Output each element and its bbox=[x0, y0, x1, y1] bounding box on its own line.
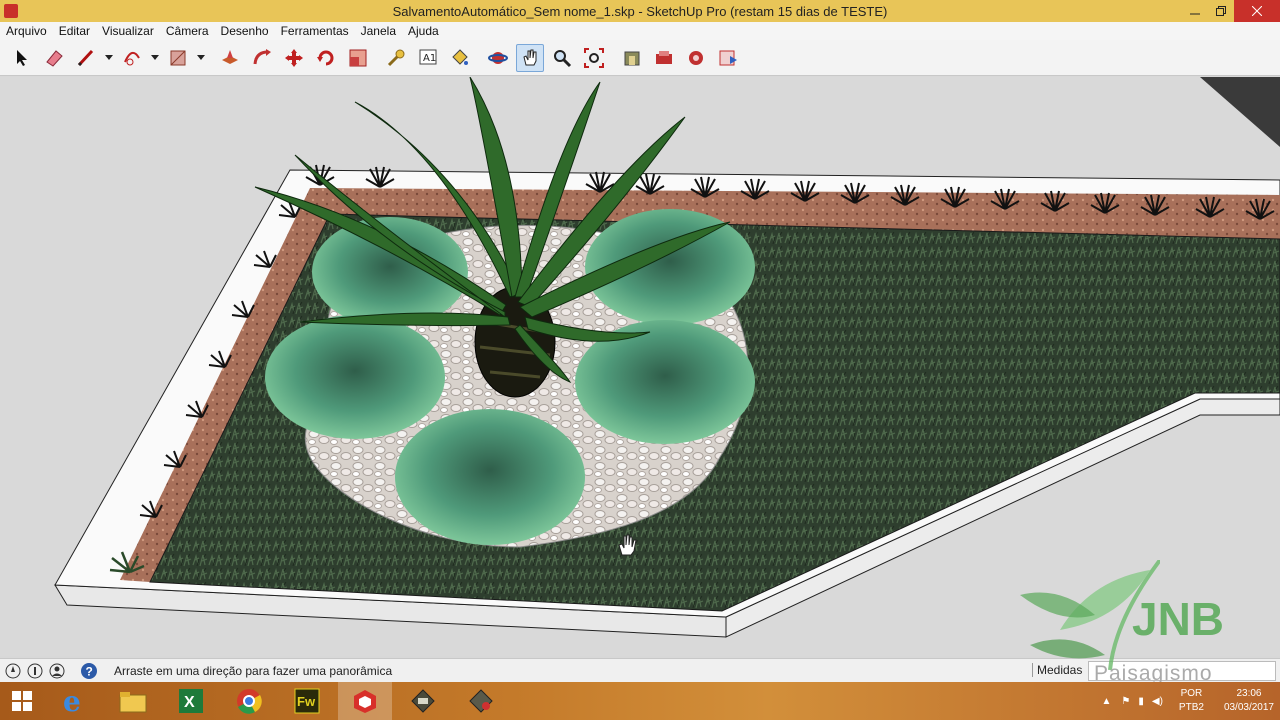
restore-button[interactable] bbox=[1208, 0, 1234, 22]
svg-text:e: e bbox=[63, 687, 81, 715]
svg-text:X: X bbox=[184, 694, 195, 711]
zoom-extents-icon[interactable] bbox=[580, 44, 608, 72]
follow-me-icon[interactable] bbox=[248, 44, 276, 72]
ie-icon[interactable]: e bbox=[48, 682, 102, 720]
clock-date: 03/03/2017 bbox=[1223, 702, 1274, 713]
garden-bed-model bbox=[54, 77, 1280, 638]
svg-text:A1: A1 bbox=[423, 53, 436, 64]
menu-arquivo[interactable]: Arquivo bbox=[0, 24, 53, 38]
menu-bar: Arquivo Editar Visualizar Câmera Desenho… bbox=[0, 22, 1280, 40]
pan-icon[interactable] bbox=[516, 43, 544, 72]
text-icon[interactable]: A1 bbox=[414, 44, 442, 72]
orbit-icon[interactable] bbox=[484, 44, 512, 72]
keyboard-label: PTB2 bbox=[1178, 702, 1204, 713]
warehouse-icon[interactable] bbox=[618, 44, 646, 72]
sketchup-icon[interactable] bbox=[338, 682, 392, 720]
pencil-dropdown-icon[interactable] bbox=[104, 44, 114, 72]
flag-icon[interactable]: ⚑ bbox=[1121, 696, 1130, 707]
volume-icon[interactable]: ◀) bbox=[1152, 696, 1163, 707]
file-explorer-icon[interactable] bbox=[106, 682, 160, 720]
menu-ajuda[interactable]: Ajuda bbox=[402, 24, 445, 38]
tray-expand-icon[interactable]: ▲ bbox=[1102, 696, 1112, 707]
main-toolbar: A1 bbox=[0, 40, 1280, 76]
window-controls bbox=[1182, 0, 1280, 22]
extension-icon[interactable] bbox=[650, 44, 678, 72]
measures-input[interactable] bbox=[1088, 661, 1276, 681]
measures-label: Medidas bbox=[1032, 663, 1082, 677]
svg-text:Fw: Fw bbox=[297, 694, 316, 709]
hand-cursor-icon bbox=[618, 534, 637, 556]
excel-icon[interactable]: X bbox=[164, 682, 218, 720]
menu-janela[interactable]: Janela bbox=[355, 24, 402, 38]
windows-taskbar: e X Fw ▲ ⚑ ▮ ◀) POR PTB2 23:06 03/03/201… bbox=[0, 682, 1280, 720]
zoom-icon[interactable] bbox=[548, 44, 576, 72]
arc-dropdown-icon[interactable] bbox=[150, 44, 160, 72]
window-title: SalvamentoAutomático_Sem nome_1.skp - Sk… bbox=[392, 3, 888, 19]
app-icon-2[interactable] bbox=[454, 682, 508, 720]
menu-desenho[interactable]: Desenho bbox=[215, 24, 275, 38]
eraser-icon[interactable] bbox=[40, 44, 68, 72]
arc-icon[interactable] bbox=[118, 44, 146, 72]
model-viewport[interactable] bbox=[0, 77, 1280, 656]
status-bar: ? Arraste em uma direção para fazer uma … bbox=[0, 658, 1280, 683]
chrome-icon[interactable] bbox=[222, 682, 276, 720]
layout-icon[interactable] bbox=[714, 44, 742, 72]
title-bar: SalvamentoAutomático_Sem nome_1.skp - Sk… bbox=[0, 0, 1280, 22]
status-message: Arraste em uma direção para fazer uma pa… bbox=[114, 664, 393, 678]
start-button[interactable] bbox=[0, 682, 44, 720]
geolocation-icon[interactable] bbox=[4, 662, 22, 680]
menu-editar[interactable]: Editar bbox=[53, 24, 96, 38]
credits-icon[interactable] bbox=[26, 662, 44, 680]
app-icon[interactable] bbox=[396, 682, 450, 720]
scale-icon[interactable] bbox=[344, 44, 372, 72]
minimize-button[interactable] bbox=[1182, 0, 1208, 22]
pencil-icon[interactable] bbox=[72, 44, 100, 72]
system-tray: ▲ ⚑ ▮ ◀) POR PTB2 23:06 03/03/2017 bbox=[1102, 682, 1275, 720]
rotate-icon[interactable] bbox=[312, 44, 340, 72]
svg-text:?: ? bbox=[86, 665, 93, 679]
menu-visualizar[interactable]: Visualizar bbox=[96, 24, 160, 38]
clock-time: 23:06 bbox=[1236, 688, 1262, 699]
menu-ferramentas[interactable]: Ferramentas bbox=[275, 24, 355, 38]
help-icon[interactable]: ? bbox=[80, 662, 98, 680]
language-label: POR bbox=[1180, 688, 1203, 699]
network-icon[interactable]: ▮ bbox=[1138, 696, 1144, 707]
tape-measure-icon[interactable] bbox=[382, 44, 410, 72]
paint-bucket-icon[interactable] bbox=[446, 44, 474, 72]
user-icon[interactable] bbox=[48, 662, 66, 680]
fireworks-icon[interactable]: Fw bbox=[280, 682, 334, 720]
rectangle-dropdown-icon[interactable] bbox=[196, 44, 206, 72]
language-indicator[interactable]: POR PTB2 bbox=[1179, 687, 1204, 715]
close-button[interactable] bbox=[1234, 0, 1280, 22]
clock[interactable]: 23:06 03/03/2017 bbox=[1224, 687, 1274, 715]
menu-camera[interactable]: Câmera bbox=[160, 24, 215, 38]
rectangle-icon[interactable] bbox=[164, 44, 192, 72]
components-icon[interactable] bbox=[682, 44, 710, 72]
push-pull-icon[interactable] bbox=[216, 44, 244, 72]
move-icon[interactable] bbox=[280, 44, 308, 72]
select-icon[interactable] bbox=[8, 44, 36, 72]
